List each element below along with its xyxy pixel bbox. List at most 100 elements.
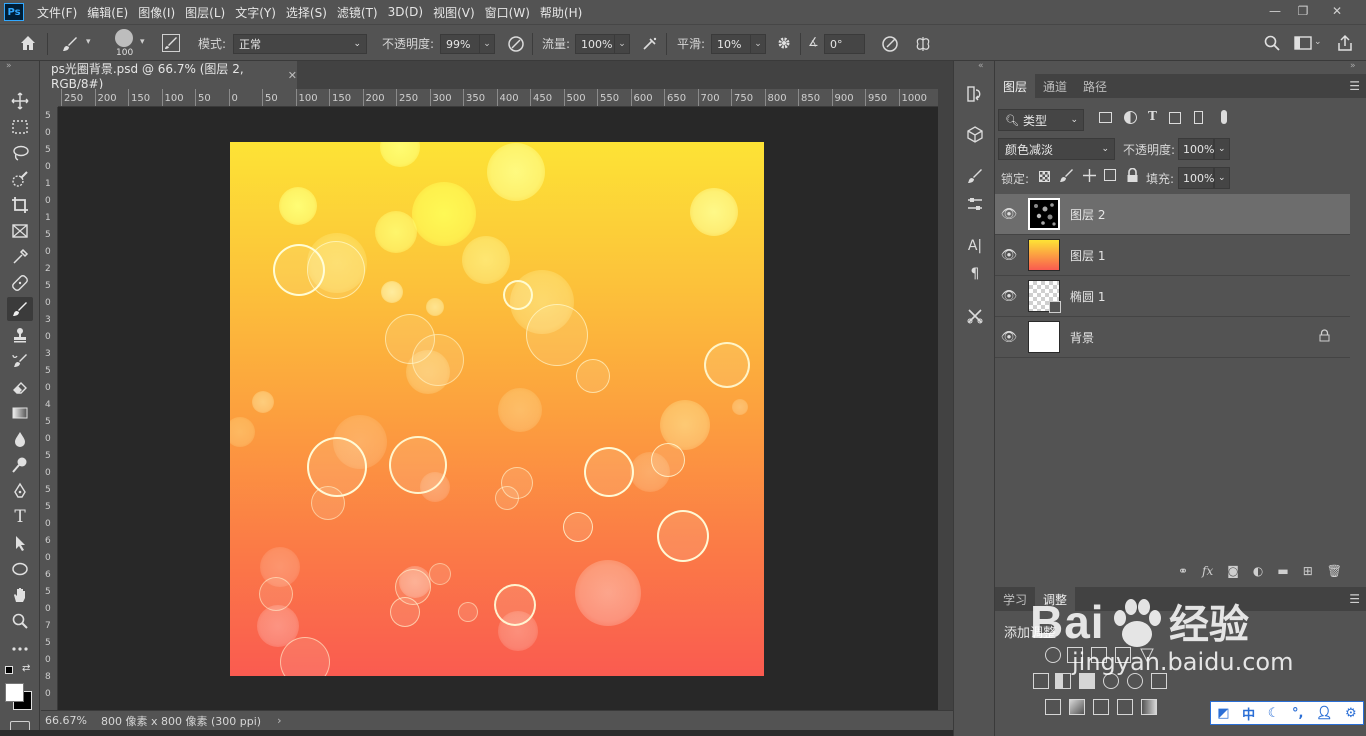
marquee-tool-icon[interactable] (7, 115, 33, 139)
eraser-tool-icon[interactable] (7, 375, 33, 399)
angle-input[interactable]: 0° (824, 34, 865, 54)
chevron-down-icon[interactable]: ⌄ (1314, 37, 1322, 47)
opacity-input[interactable]: 99% (440, 34, 480, 54)
hand-tool-icon[interactable] (7, 583, 33, 607)
layer-filter-select[interactable]: 🔍︎ 类型 ⌄ (998, 109, 1084, 131)
brush-tool-icon[interactable] (7, 297, 33, 321)
restore-icon[interactable]: ❐ (1290, 2, 1316, 20)
visibility-eye-icon[interactable]: 👁︎ (995, 248, 1023, 263)
user-icon[interactable]: 👤︎ (1316, 706, 1333, 721)
smoothing-input[interactable]: 10% (711, 34, 751, 54)
default-colors-icon[interactable] (5, 666, 13, 674)
menu-view[interactable]: 视图(V) (428, 4, 480, 21)
lock-all-icon[interactable] (1126, 167, 1139, 186)
filter-toggle-icon[interactable] (1221, 110, 1227, 124)
menu-layer[interactable]: 图层(L) (180, 4, 230, 21)
frame-tool-icon[interactable] (7, 219, 33, 243)
blend-mode-select[interactable]: 颜色减淡 ⌄ (998, 138, 1115, 160)
eyedropper-tool-icon[interactable] (7, 245, 33, 269)
brush-panel-icon[interactable] (162, 34, 180, 52)
pen-tool-icon[interactable] (7, 479, 33, 503)
layer-row-background[interactable]: 👁︎ 背景 (995, 317, 1350, 358)
blur-tool-icon[interactable] (7, 427, 33, 451)
chevron-right-icon[interactable]: › (277, 714, 281, 727)
gear-icon[interactable] (775, 34, 793, 55)
lock-transparency-icon[interactable] (1039, 171, 1050, 182)
menu-type[interactable]: 文字(Y) (230, 4, 281, 21)
home-icon[interactable] (18, 33, 38, 56)
type-tool-icon[interactable]: T (7, 505, 33, 529)
chevron-down-icon[interactable]: ▾ (140, 37, 145, 47)
dodge-tool-icon[interactable] (7, 453, 33, 477)
filter-pixel-icon[interactable] (1099, 112, 1112, 123)
layer-opacity-dropdown[interactable]: ⌄ (1214, 138, 1230, 160)
menu-help[interactable]: 帮助(H) (535, 4, 587, 21)
link-layers-icon[interactable]: ⚭ (1178, 564, 1188, 578)
symmetry-icon[interactable] (913, 34, 933, 57)
gradient-tool-icon[interactable] (7, 401, 33, 425)
ime-language[interactable]: 中 (1242, 704, 1255, 723)
search-icon[interactable] (1263, 34, 1281, 55)
fx-icon[interactable]: fx (1202, 564, 1213, 578)
menu-file[interactable]: 文件(F) (32, 4, 82, 21)
vertical-scrollbar[interactable] (938, 89, 953, 710)
visibility-eye-icon[interactable]: 👁︎ (995, 330, 1023, 345)
visibility-eye-icon[interactable]: 👁︎ (995, 289, 1023, 304)
chevron-down-icon[interactable]: ▾ (86, 37, 91, 47)
panel-menu-icon[interactable]: ☰ (1349, 79, 1360, 93)
clone-stamp-tool-icon[interactable] (7, 323, 33, 347)
panel-menu-icon[interactable]: ☰ (1349, 592, 1360, 606)
close-tab-icon[interactable]: ✕ (288, 69, 297, 82)
menu-window[interactable]: 窗口(W) (480, 4, 535, 21)
menu-select[interactable]: 选择(S) (281, 4, 332, 21)
ime-logo-icon[interactable]: ◩ (1217, 706, 1229, 721)
crop-tool-icon[interactable] (7, 193, 33, 217)
gradient-map-icon[interactable] (1141, 699, 1157, 715)
layer-opacity-input[interactable]: 100% (1178, 138, 1214, 160)
pressure-opacity-icon[interactable] (506, 34, 526, 57)
smoothing-dropdown[interactable]: ⌄ (750, 34, 766, 54)
ime-toolbar[interactable]: ◩ 中 ☾ °, 👤︎ ⚙ (1210, 701, 1364, 725)
lasso-tool-icon[interactable] (7, 141, 33, 165)
filter-shape-icon[interactable] (1169, 112, 1181, 124)
tab-paths[interactable]: 路径 (1075, 74, 1115, 98)
swap-colors-icon[interactable]: ⇄ (22, 663, 30, 674)
menu-image[interactable]: 图像(I) (133, 4, 180, 21)
history-brush-tool-icon[interactable] (7, 349, 33, 373)
opacity-dropdown[interactable]: ⌄ (479, 34, 495, 54)
gear-icon[interactable]: ⚙ (1345, 706, 1357, 721)
layer-row-layer2[interactable]: 👁︎ 图层 2 (995, 194, 1350, 235)
visibility-eye-icon[interactable]: 👁︎ (995, 207, 1023, 222)
filter-smartobject-icon[interactable] (1194, 111, 1203, 124)
3d-icon[interactable] (962, 123, 988, 145)
filter-type-icon[interactable]: T (1148, 109, 1157, 123)
menu-3d[interactable]: 3D(D) (383, 5, 428, 19)
share-icon[interactable] (1336, 34, 1354, 55)
fill-dropdown[interactable]: ⌄ (1214, 167, 1230, 189)
workspace-icon[interactable] (1294, 35, 1312, 54)
document-canvas[interactable] (230, 142, 764, 676)
tab-learn[interactable]: 学习 (995, 587, 1035, 611)
lock-pixels-icon[interactable] (1059, 168, 1074, 186)
zoom-tool-icon[interactable] (7, 609, 33, 633)
layer-row-layer1[interactable]: 👁︎ 图层 1 (995, 235, 1350, 276)
lock-icon[interactable] (1319, 329, 1330, 345)
history-icon[interactable] (962, 83, 988, 105)
lock-artboard-icon[interactable] (1104, 169, 1116, 181)
close-icon[interactable]: ✕ (1324, 2, 1350, 20)
moon-icon[interactable]: ☾ (1268, 706, 1280, 721)
menu-edit[interactable]: 编辑(E) (82, 4, 133, 21)
fill-input[interactable]: 100% (1178, 167, 1214, 189)
brush-size-preview[interactable] (115, 29, 133, 47)
add-mask-icon[interactable]: ◙ (1227, 564, 1239, 578)
tool-presets-icon[interactable] (962, 305, 988, 327)
posterize-icon[interactable] (1069, 699, 1085, 715)
brush-preset-icon[interactable] (60, 34, 80, 57)
airbrush-icon[interactable] (640, 34, 660, 57)
flow-dropdown[interactable]: ⌄ (614, 34, 630, 54)
threshold-icon[interactable] (1093, 699, 1109, 715)
brush-settings-icon[interactable] (962, 165, 988, 187)
new-layer-icon[interactable]: ⊞ (1303, 564, 1313, 578)
collapse-icon[interactable]: » (6, 61, 12, 71)
mode-select[interactable]: 正常 ⌄ (233, 34, 367, 54)
